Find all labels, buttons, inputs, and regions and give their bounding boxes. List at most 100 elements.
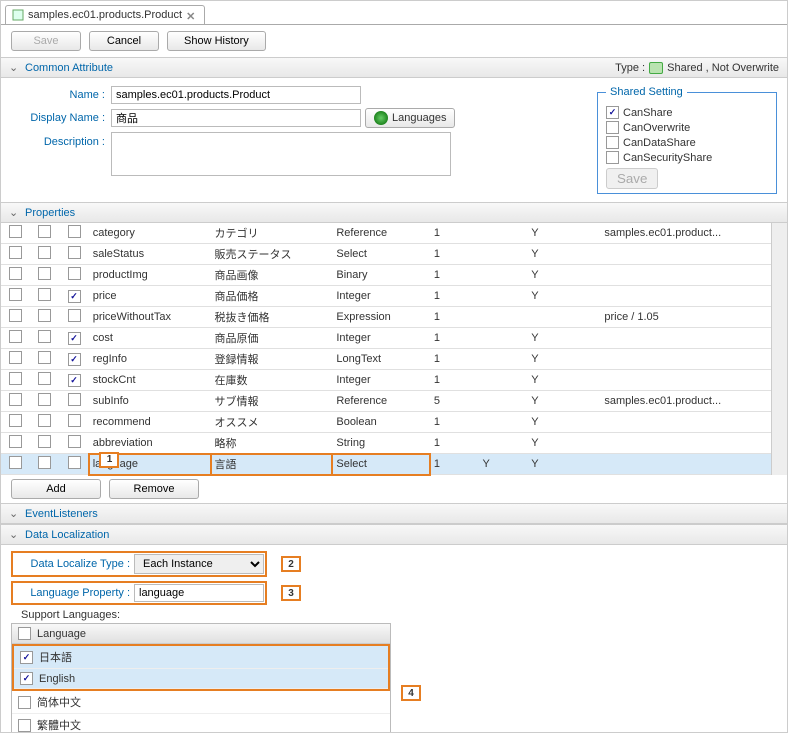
- add-button[interactable]: Add: [11, 479, 101, 499]
- scrollbar[interactable]: [771, 223, 787, 475]
- table-row[interactable]: regInfo登録情報LongText1Y: [1, 349, 771, 370]
- description-label: Description :: [11, 132, 111, 148]
- name-field[interactable]: [111, 86, 361, 104]
- row-checkbox-3[interactable]: [68, 309, 81, 322]
- section-properties[interactable]: ⌄ Properties: [1, 202, 787, 223]
- row-checkbox-2[interactable]: [38, 393, 51, 406]
- row-checkbox-3[interactable]: [68, 290, 81, 303]
- row-checkbox-1[interactable]: [9, 372, 22, 385]
- property-multiplicity: 1: [430, 328, 479, 349]
- cansecurityshare-checkbox[interactable]: [606, 151, 619, 164]
- language-property-field[interactable]: [134, 584, 264, 602]
- row-checkbox-3[interactable]: [68, 332, 81, 345]
- row-checkbox-3[interactable]: [68, 225, 81, 238]
- row-checkbox-1[interactable]: [9, 393, 22, 406]
- row-checkbox-2[interactable]: [38, 330, 51, 343]
- shared-save-button[interactable]: Save: [606, 168, 658, 189]
- language-row[interactable]: 繁體中文: [12, 714, 390, 733]
- row-checkbox-1[interactable]: [9, 225, 22, 238]
- table-row[interactable]: stockCnt在庫数Integer1Y: [1, 370, 771, 391]
- table-row[interactable]: price商品価格Integer1Y: [1, 286, 771, 307]
- table-row[interactable]: recommendオススメBoolean1Y: [1, 412, 771, 433]
- language-checkbox[interactable]: [18, 696, 31, 709]
- row-checkbox-1[interactable]: [9, 456, 22, 469]
- row-checkbox-3[interactable]: [68, 353, 81, 366]
- row-checkbox-2[interactable]: [38, 351, 51, 364]
- row-checkbox-3[interactable]: [68, 393, 81, 406]
- table-row[interactable]: categoryカテゴリReference1Ysamples.ec01.prod…: [1, 223, 771, 244]
- callout-1: 1: [99, 452, 119, 468]
- row-checkbox-2[interactable]: [38, 309, 51, 322]
- remove-button[interactable]: Remove: [109, 479, 199, 499]
- row-checkbox-2[interactable]: [38, 372, 51, 385]
- section-common-attribute[interactable]: ⌄ Common Attribute Type : Shared , Not O…: [1, 57, 787, 78]
- row-checkbox-1[interactable]: [9, 288, 22, 301]
- language-row[interactable]: 日本語: [14, 646, 388, 669]
- language-row[interactable]: 简体中文: [12, 691, 390, 714]
- row-checkbox-1[interactable]: [9, 309, 22, 322]
- row-checkbox-3[interactable]: [68, 246, 81, 259]
- table-row[interactable]: abbreviation略称String1Y: [1, 433, 771, 454]
- row-checkbox-1[interactable]: [9, 246, 22, 259]
- close-icon[interactable]: ✕: [186, 10, 196, 20]
- row-checkbox-2[interactable]: [38, 435, 51, 448]
- save-button[interactable]: Save: [11, 31, 81, 51]
- row-checkbox-2[interactable]: [38, 246, 51, 259]
- row-checkbox-2[interactable]: [38, 414, 51, 427]
- row-checkbox-1[interactable]: [9, 435, 22, 448]
- history-button[interactable]: Show History: [167, 31, 266, 51]
- table-row[interactable]: subInfoサブ情報Reference5Ysamples.ec01.produ…: [1, 391, 771, 412]
- canshare-checkbox[interactable]: [606, 106, 619, 119]
- property-extra: [600, 370, 771, 391]
- row-checkbox-3[interactable]: [68, 435, 81, 448]
- display-name-field[interactable]: [111, 109, 361, 127]
- property-flag1: [479, 349, 528, 370]
- property-flag2: Y: [527, 370, 600, 391]
- editor-tab[interactable]: samples.ec01.products.Product ✕: [5, 5, 205, 24]
- property-extra: [600, 454, 771, 475]
- property-name: priceWithoutTax: [89, 307, 211, 328]
- row-checkbox-3[interactable]: [68, 414, 81, 427]
- row-checkbox-3[interactable]: [68, 374, 81, 387]
- languages-button[interactable]: Languages: [365, 108, 455, 128]
- callout-4: 4: [401, 685, 421, 701]
- property-type: Reference: [332, 223, 429, 244]
- property-name: regInfo: [89, 349, 211, 370]
- language-row[interactable]: English: [14, 669, 388, 689]
- section-data-localization[interactable]: ⌄ Data Localization: [1, 524, 787, 545]
- language-label: 日本語: [39, 649, 72, 665]
- language-checkbox[interactable]: [20, 651, 33, 664]
- property-flag2: Y: [527, 244, 600, 265]
- localize-type-select[interactable]: Each Instance: [134, 554, 264, 574]
- property-type: Expression: [332, 307, 429, 328]
- table-row[interactable]: productImg商品画像Binary1Y: [1, 265, 771, 286]
- property-multiplicity: 1: [430, 286, 479, 307]
- select-all-checkbox[interactable]: [18, 627, 31, 640]
- row-checkbox-1[interactable]: [9, 351, 22, 364]
- language-label: 简体中文: [37, 694, 81, 710]
- row-checkbox-1[interactable]: [9, 267, 22, 280]
- table-row[interactable]: priceWithoutTax税抜き価格Expression1price / 1…: [1, 307, 771, 328]
- property-flag2: Y: [527, 412, 600, 433]
- section-eventlisteners[interactable]: ⌄ EventListeners: [1, 503, 787, 524]
- row-checkbox-1[interactable]: [9, 414, 22, 427]
- row-checkbox-1[interactable]: [9, 330, 22, 343]
- row-checkbox-3[interactable]: [68, 456, 81, 469]
- property-display: 販売ステータス: [211, 244, 333, 265]
- row-checkbox-2[interactable]: [38, 288, 51, 301]
- candatashare-checkbox[interactable]: [606, 136, 619, 149]
- row-checkbox-3[interactable]: [68, 267, 81, 280]
- cancel-button[interactable]: Cancel: [89, 31, 159, 51]
- language-checkbox[interactable]: [18, 719, 31, 732]
- property-flag2: Y: [527, 286, 600, 307]
- canoverwrite-checkbox[interactable]: [606, 121, 619, 134]
- description-field[interactable]: [111, 132, 451, 176]
- row-checkbox-2[interactable]: [38, 267, 51, 280]
- language-checkbox[interactable]: [20, 672, 33, 685]
- row-checkbox-2[interactable]: [38, 456, 51, 469]
- row-checkbox-2[interactable]: [38, 225, 51, 238]
- table-row[interactable]: cost商品原価Integer1Y: [1, 328, 771, 349]
- properties-grid: categoryカテゴリReference1Ysamples.ec01.prod…: [1, 223, 787, 475]
- table-row[interactable]: saleStatus販売ステータスSelect1Y: [1, 244, 771, 265]
- property-extra: [600, 328, 771, 349]
